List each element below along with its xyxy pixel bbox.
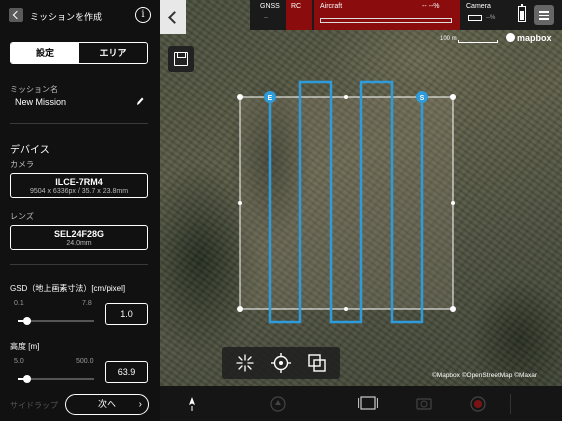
scale-bar: [458, 40, 498, 43]
flight-plan-overlay[interactable]: E S: [160, 0, 562, 421]
next-button-label: 次へ: [97, 399, 116, 409]
camera-label: カメラ: [10, 160, 34, 169]
panel-footer: サイドラップ 次へ ›: [0, 386, 160, 421]
vertex-handle[interactable]: [237, 94, 243, 100]
device-section-title: デバイス: [10, 145, 50, 156]
vertex-handle[interactable]: [237, 306, 243, 312]
screen-icon[interactable]: [358, 396, 378, 410]
camera-status-value: --%: [486, 15, 496, 21]
vertex-handle[interactable]: [450, 94, 456, 100]
midpoint-handle[interactable]: [344, 307, 348, 311]
gsd-label: GSD（地上画素寸法）[cm/pixel]: [10, 284, 126, 293]
camera-icon: [416, 398, 432, 410]
lens-label: レンズ: [10, 212, 34, 221]
panel-header: ミッションを作成 i: [0, 0, 160, 32]
gsd-slider[interactable]: [18, 317, 94, 325]
takeoff-icon: [270, 396, 286, 412]
end-marker-label: E: [268, 95, 273, 102]
collapse-panel-button[interactable]: [160, 0, 186, 34]
sidelap-label: サイドラップ: [10, 401, 58, 410]
midpoint-handle[interactable]: [238, 201, 242, 205]
aircraft-label: Aircraft: [320, 3, 343, 10]
rc-status: RC: [286, 0, 312, 30]
compass-icon: [189, 397, 195, 411]
scale-label: 100 m: [440, 36, 457, 42]
map-tools: [222, 347, 340, 379]
save-button[interactable]: [168, 46, 194, 72]
divider: [10, 123, 148, 124]
altitude-slider[interactable]: [18, 375, 94, 383]
vertex-handle[interactable]: [450, 306, 456, 312]
record-icon: [470, 396, 486, 412]
mission-name-label: ミッション名: [10, 85, 58, 94]
camera-battery-icon: [468, 15, 482, 21]
menu-icon[interactable]: [534, 5, 554, 25]
pencil-icon[interactable]: [136, 96, 144, 106]
lens-name: SEL24F28G: [53, 229, 105, 239]
end-marker: E: [264, 91, 276, 103]
tab-area[interactable]: エリア: [79, 43, 147, 63]
gnss-label: GNSS: [260, 3, 280, 10]
rc-label: RC: [291, 3, 302, 10]
chevron-right-icon: ›: [138, 399, 142, 410]
layers-icon[interactable]: [306, 352, 328, 374]
bottom-toolbar: [160, 386, 562, 421]
altitude-label: 高度 [m]: [10, 342, 40, 351]
aircraft-battery-bar: [320, 18, 452, 23]
aircraft-status: Aircraft -- --%: [314, 0, 460, 30]
divider: [10, 264, 148, 265]
info-icon[interactable]: i: [135, 7, 151, 23]
start-marker: S: [416, 91, 428, 103]
mission-settings-panel: ミッションを作成 i 設定 エリア ミッション名 New Mission デバイ…: [0, 0, 160, 421]
gsd-input[interactable]: 1.0: [105, 303, 148, 325]
midpoint-handle[interactable]: [451, 201, 455, 205]
divider: [510, 394, 511, 414]
page-title: ミッションを作成: [30, 12, 103, 22]
altitude-min: 5.0: [14, 358, 24, 365]
tab-settings[interactable]: 設定: [11, 43, 79, 63]
aircraft-battery: -- --%: [422, 3, 440, 10]
save-icon: [174, 52, 188, 66]
gsd-max: 7.8: [82, 300, 92, 307]
satellite-map[interactable]: E S GNSS -- RC Aircraft -- --% Camera --…: [160, 0, 562, 421]
mapbox-logo: mapbox: [506, 33, 552, 43]
next-button[interactable]: 次へ ›: [65, 394, 149, 415]
altitude-max: 500.0: [76, 358, 94, 365]
start-marker-label: S: [420, 95, 425, 102]
battery-icon: [518, 4, 526, 22]
target-icon[interactable]: [270, 352, 292, 374]
altitude-slider-knob[interactable]: [23, 375, 32, 383]
midpoint-handle[interactable]: [344, 95, 348, 99]
sparkle-icon[interactable]: [234, 352, 256, 374]
camera-select[interactable]: ILCE-7RM4 9504 x 6336px / 35.7 x 23.8mm: [10, 173, 148, 198]
altitude-input[interactable]: 63.9: [105, 361, 148, 383]
camera-name: ILCE-7RM4: [55, 177, 103, 187]
status-bar: GNSS -- RC Aircraft -- --% Camera --%: [250, 0, 562, 30]
settings-area-toggle: 設定 エリア: [10, 42, 148, 64]
back-button[interactable]: [9, 8, 23, 22]
lens-select[interactable]: SEL24F28G 24.0mm: [10, 225, 148, 250]
lens-spec: 24.0mm: [66, 240, 92, 247]
camera-spec: 9504 x 6336px / 35.7 x 23.8mm: [29, 188, 129, 195]
gsd-slider-knob[interactable]: [23, 317, 32, 325]
camera-status-label: Camera: [466, 3, 491, 10]
gsd-min: 0.1: [14, 300, 24, 307]
map-attribution[interactable]: ©Mapbox ©OpenStreetMap ©Maxar: [432, 372, 537, 379]
gnss-value: --: [264, 15, 268, 21]
mission-name-value[interactable]: New Mission: [15, 97, 66, 107]
